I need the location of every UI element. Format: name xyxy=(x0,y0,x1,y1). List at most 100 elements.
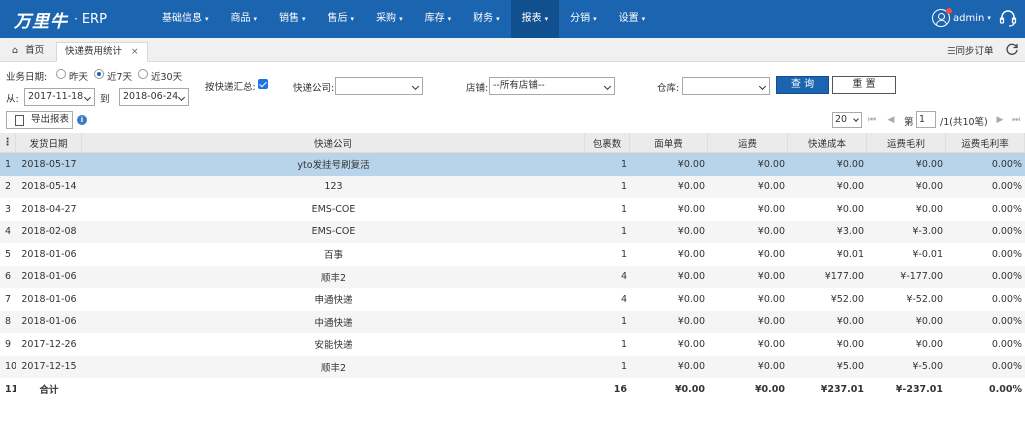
nav-item-label: 售后 xyxy=(327,13,348,24)
nav-item-label: 报表 xyxy=(521,13,542,24)
next-page-icon[interactable]: ▶ xyxy=(994,114,1006,126)
query-button[interactable]: 查 询 xyxy=(776,76,829,94)
page-number-input[interactable]: 1 xyxy=(916,111,936,128)
export-report-button[interactable]: 导出报表 xyxy=(6,111,73,129)
col-courier-cost-cell: ¥0.00 xyxy=(836,338,864,350)
table-row[interactable]: 4 2018-02-08 EMS-COE 1 ¥0.00 ¥0.00 ¥3.00 ¥-3.00… xyxy=(0,220,1025,243)
nav-item-1[interactable]: 商品 ▾ xyxy=(220,0,269,38)
table-row[interactable]: 9 2017-12-26 安能快递 1 ¥0.00 ¥0.00 ¥0.00 ¥0.00 0.00… xyxy=(0,333,1025,356)
row-number: 1 xyxy=(5,158,12,170)
column-menu-icon[interactable]: ⋮ xyxy=(0,133,16,152)
col-ship-date-cell: 2018-02-08 xyxy=(21,226,77,238)
col-courier-cost-cell: ¥0.00 xyxy=(836,181,864,193)
tab-home[interactable]: ⌂ 首页 xyxy=(4,42,52,62)
info-icon[interactable]: i xyxy=(77,115,87,125)
col-courier-cost-cell: ¥0.00 xyxy=(836,316,864,328)
chevron-down-icon: ▾ xyxy=(447,15,452,23)
col-ship-date-cell: 2018-05-17 xyxy=(21,158,77,170)
radio-last-7-days[interactable] xyxy=(94,69,104,79)
col-freight-profit-cell: ¥0.00 xyxy=(915,203,943,215)
table-row[interactable]: 8 2018-01-06 中通快递 1 ¥0.00 ¥0.00 ¥0.00 ¥0.00 0.00… xyxy=(0,310,1025,333)
col-ship-date-cell: 2017-12-26 xyxy=(21,338,77,350)
export-file-icon xyxy=(15,115,24,126)
nav-item-label: 采购 xyxy=(376,13,397,24)
nav-item-6[interactable]: 财务 ▾ xyxy=(462,0,511,38)
table-row[interactable]: 6 2018-01-06 顺丰2 4 ¥0.00 ¥0.00 ¥177.00 ¥-177.00… xyxy=(0,265,1025,288)
reset-button[interactable]: 重 置 xyxy=(832,76,896,94)
sync-orders-button[interactable]: ☰同步订单 xyxy=(947,43,994,57)
shop-select[interactable]: --所有店铺-- xyxy=(489,77,615,95)
col-freight-header[interactable]: 运费 xyxy=(708,133,788,152)
col-packages-cell: 1 xyxy=(620,316,627,328)
col-freight-cell: ¥0.00 xyxy=(757,316,785,328)
col-courier-cell: EMS-COE xyxy=(311,203,356,215)
col-freight-cell: ¥0.00 xyxy=(757,338,785,350)
col-freight-margin-header[interactable]: 运费毛利率 xyxy=(946,133,1025,152)
col-freight-margin-cell: 0.00% xyxy=(991,203,1022,215)
radio-last-7-days-label: 近7天 xyxy=(107,72,133,83)
col-courier-cost-cell: ¥0.01 xyxy=(836,248,864,260)
courier-select[interactable] xyxy=(335,77,423,95)
to-date-select[interactable]: 2018-06-24 xyxy=(119,88,189,106)
table-row[interactable]: 7 2018-01-06 申通快递 4 ¥0.00 ¥0.00 ¥52.00 ¥-52.00 0… xyxy=(0,288,1025,311)
prev-page-icon[interactable]: ◀ xyxy=(885,114,897,126)
main-nav: 基础信息 ▾ 商品 ▾ 销售 ▾ 售后 ▾ 采购 ▾ 库存 ▾ 财务 ▾ 报表 ▾ 分销 ▾ 设置 ▾ xyxy=(151,0,656,38)
nav-item-9[interactable]: 设置 ▾ xyxy=(608,0,657,38)
col-ship-date-cell: 2017-12-15 xyxy=(21,361,77,373)
col-waybill-fee-cell: ¥0.00 xyxy=(677,203,705,215)
col-courier-cell: 申通快递 xyxy=(314,295,353,307)
nav-item-7[interactable]: 报表 ▾ xyxy=(510,0,560,38)
warehouse-select[interactable] xyxy=(682,77,770,95)
tab-express-fee-stats[interactable]: 快递费用统计 × xyxy=(56,42,148,62)
nav-item-0[interactable]: 基础信息 ▾ xyxy=(151,0,220,38)
group-by-courier-checkbox[interactable] xyxy=(258,79,268,89)
notification-dot xyxy=(946,8,952,14)
sync-orders-label: 同步订单 xyxy=(955,46,994,57)
col-freight-profit-header[interactable]: 运费毛利 xyxy=(867,133,946,152)
row-number: 5 xyxy=(5,248,12,260)
col-waybill-fee-cell: ¥0.00 xyxy=(677,361,705,373)
nav-item-4[interactable]: 采购 ▾ xyxy=(365,0,414,38)
col-courier-cost-cell: ¥52.00 xyxy=(830,293,864,305)
nav-item-2[interactable]: 销售 ▾ xyxy=(268,0,317,38)
first-page-icon[interactable]: ⏮ xyxy=(866,114,878,126)
table-row[interactable]: 1 2018-05-17 yto发挂号刷复活 1 ¥0.00 ¥0.00 ¥0.00 ¥0.0… xyxy=(0,153,1025,176)
col-freight-profit-cell: ¥0.00 xyxy=(915,181,943,193)
refresh-icon[interactable] xyxy=(1005,42,1019,56)
col-freight-cell: ¥0.00 xyxy=(757,181,785,193)
from-date-select[interactable]: 2017-11-18 xyxy=(24,88,95,106)
nav-item-5[interactable]: 库存 ▾ xyxy=(414,0,463,38)
col-freight-cell: ¥0.00 xyxy=(757,293,785,305)
col-courier-cost-cell: ¥0.00 xyxy=(836,158,864,170)
radio-yesterday[interactable] xyxy=(56,69,66,79)
last-page-icon[interactable]: ⏭ xyxy=(1010,114,1022,126)
page-size-select[interactable]: 20 xyxy=(832,112,862,128)
col-ship-date-header[interactable]: 发货日期 xyxy=(16,133,82,152)
col-waybill-fee-header[interactable]: 面单费 xyxy=(630,133,708,152)
app-logo[interactable]: 万里牛 · ERP xyxy=(14,7,107,32)
chevron-down-icon: ▾ xyxy=(593,15,597,23)
nav-item-3[interactable]: 售后 ▾ xyxy=(317,0,366,38)
col-freight-profit-cell: ¥-3.00 xyxy=(912,226,943,238)
chevron-down-icon: ▾ xyxy=(399,15,403,23)
table-row[interactable]: 2 2018-05-14 123 1 ¥0.00 ¥0.00 ¥0.00 ¥0.00 0.00% xyxy=(0,175,1025,198)
col-courier-header[interactable]: 快递公司 xyxy=(82,133,585,152)
col-courier-cost-header[interactable]: 快递成本 xyxy=(788,133,867,152)
table-row[interactable]: 3 2018-04-27 EMS-COE 1 ¥0.00 ¥0.00 ¥0.00 ¥0.00 0… xyxy=(0,198,1025,221)
col-courier-cell: 123 xyxy=(324,181,343,193)
table-row[interactable]: 5 2018-01-06 百事 1 ¥0.00 ¥0.00 ¥0.01 ¥-0.01 0.00% xyxy=(0,243,1025,266)
user-menu[interactable]: admin ▾ xyxy=(932,8,991,27)
col-freight-margin-cell: 0.00% xyxy=(991,271,1022,283)
headset-icon[interactable] xyxy=(999,9,1017,27)
table-row[interactable]: 10 2017-12-15 顺丰2 1 ¥0.00 ¥0.00 ¥5.00 ¥-5.00 0.0… xyxy=(0,355,1025,378)
col-courier-cell: yto发挂号刷复活 xyxy=(297,160,370,172)
close-icon[interactable]: × xyxy=(131,47,139,57)
radio-last-30-days-label: 近30天 xyxy=(151,72,183,83)
col-freight-profit-cell: ¥-52.00 xyxy=(906,293,943,305)
col-freight-profit-cell: ¥0.00 xyxy=(915,338,943,350)
nav-item-8[interactable]: 分销 ▾ xyxy=(559,0,608,38)
radio-last-30-days[interactable] xyxy=(138,69,148,79)
col-packages-header[interactable]: 包裹数 xyxy=(585,133,630,152)
col-waybill-fee-cell: ¥0.00 xyxy=(677,226,705,238)
col-courier-cell: 顺丰2 xyxy=(320,272,347,284)
